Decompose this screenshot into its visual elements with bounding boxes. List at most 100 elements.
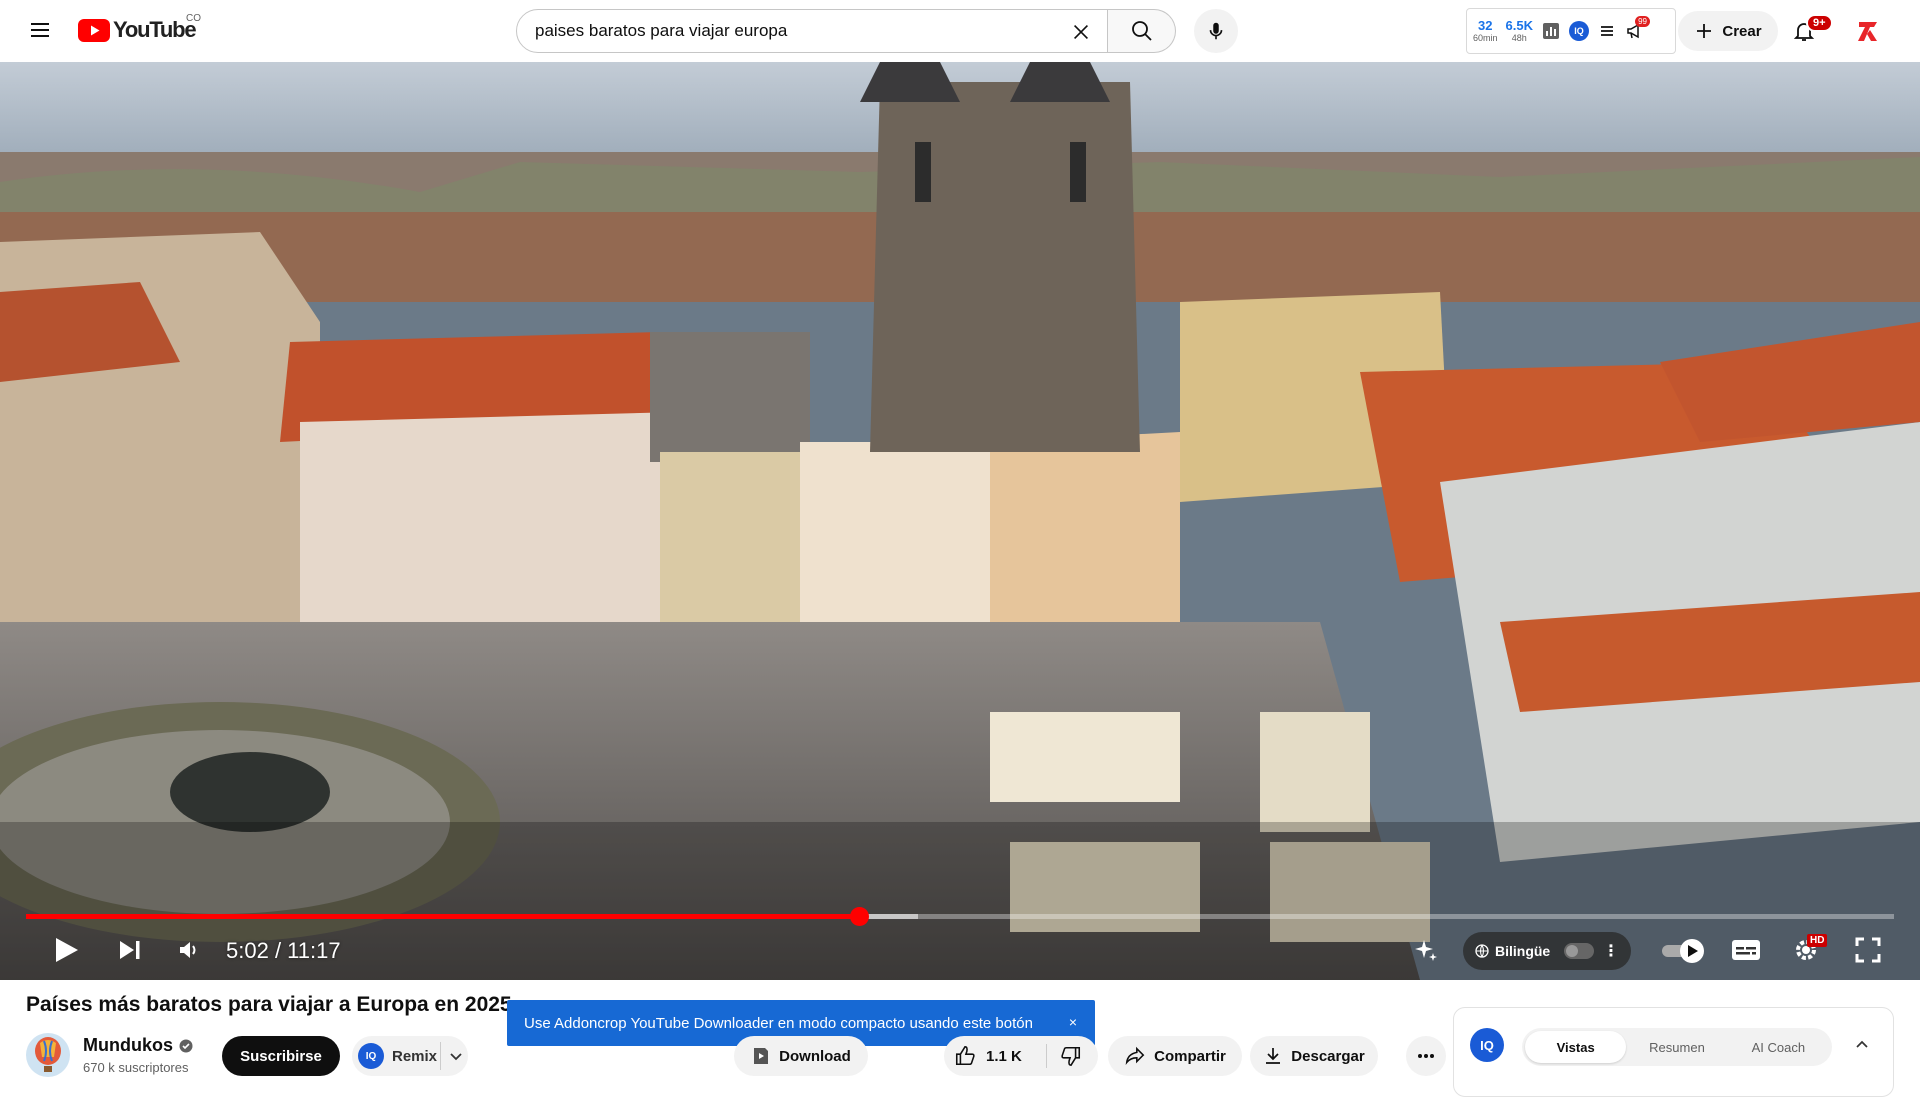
- more-vert-icon[interactable]: ⋮: [1603, 941, 1619, 961]
- share-label: Compartir: [1154, 1047, 1226, 1065]
- channel-name-link[interactable]: Mundukos: [83, 1035, 193, 1056]
- like-divider: [1046, 1044, 1047, 1068]
- iq-logo-icon: IQ: [1568, 21, 1589, 41]
- ext-iq-button[interactable]: IQ: [1568, 21, 1589, 41]
- like-button[interactable]: 1.1 K: [954, 1036, 1022, 1076]
- thumbs-down-icon: [1061, 1046, 1081, 1066]
- ext-chart-button[interactable]: [1541, 21, 1561, 41]
- ext-stat-label: 48h: [1511, 33, 1527, 43]
- ext-stat-views-48h: 6.5K 48h: [1506, 19, 1533, 43]
- video-frame: [0, 62, 1920, 980]
- autoplay-toggle-icon: [1662, 939, 1704, 963]
- video-player[interactable]: 5:02 / 11:17 Bilingüe ⋮ HD: [0, 62, 1920, 980]
- voice-search-button[interactable]: [1194, 9, 1238, 53]
- next-button[interactable]: [108, 930, 152, 970]
- autoplay-toggle[interactable]: [1660, 938, 1708, 964]
- volume-button[interactable]: [166, 930, 210, 970]
- tab-vistas[interactable]: Vistas: [1525, 1031, 1627, 1063]
- volume-icon: [180, 942, 196, 958]
- create-label: Crear: [1722, 22, 1762, 40]
- dislike-button[interactable]: [1056, 1044, 1086, 1068]
- remix-button[interactable]: IQ Remix: [352, 1036, 468, 1076]
- ai-sparkle-button[interactable]: [1404, 930, 1448, 970]
- search-box: [516, 9, 1108, 53]
- download-label: Download: [779, 1047, 851, 1065]
- tab-ai-coach[interactable]: AI Coach: [1728, 1031, 1829, 1063]
- bilingual-toggle[interactable]: [1564, 943, 1595, 959]
- plus-icon: [1697, 24, 1712, 38]
- microphone-icon: [1209, 22, 1223, 40]
- current-time: 5:02: [226, 938, 269, 963]
- bilingual-subtitles-control[interactable]: Bilingüe ⋮: [1463, 932, 1631, 970]
- iq-logo-icon: IQ: [358, 1043, 384, 1069]
- chevron-up-icon[interactable]: [1853, 1036, 1871, 1054]
- fullscreen-button[interactable]: [1846, 930, 1890, 970]
- iq-logo-icon: IQ: [1470, 1028, 1504, 1062]
- ext-stat-value: 6.5K: [1505, 18, 1533, 33]
- descargar-label: Descargar: [1291, 1047, 1365, 1065]
- logo-country-code: CO: [186, 13, 201, 24]
- remix-divider: [440, 1042, 441, 1070]
- videoiq-side-panel: IQ Vistas Resumen AI Coach: [1453, 1007, 1894, 1097]
- masthead: YouTube CO 32 60min 6.5K 48h IQ: [0, 0, 1920, 62]
- sparkle-icon: [1415, 940, 1437, 961]
- hot-air-balloon-icon: [35, 1037, 61, 1072]
- more-horiz-icon: [1418, 1054, 1434, 1058]
- search-clear-button[interactable]: [1067, 18, 1095, 46]
- skip-next-icon: [120, 941, 140, 959]
- channel-avatar[interactable]: [26, 1033, 70, 1077]
- account-avatar-button[interactable]: [1850, 13, 1886, 49]
- hamburger-icon: [31, 23, 49, 37]
- progress-scrubber[interactable]: [849, 907, 869, 926]
- ext-alert-button[interactable]: 99: [1625, 16, 1650, 41]
- search-button[interactable]: [1108, 9, 1176, 53]
- logo-wordmark: YouTube: [113, 17, 197, 42]
- video-title: Países más baratos para viajar a Europa …: [26, 993, 512, 1016]
- youtube-logo[interactable]: YouTube: [78, 17, 197, 43]
- toast-close-button[interactable]: ×: [1069, 1014, 1077, 1030]
- share-icon: [1125, 1046, 1145, 1066]
- youtube-play-logo-icon: [78, 18, 110, 42]
- fullscreen-icon: [1855, 937, 1881, 963]
- progress-bar[interactable]: [26, 907, 1894, 926]
- share-button[interactable]: Compartir: [1108, 1036, 1242, 1076]
- captions-icon: [1732, 940, 1760, 960]
- notifications-badge: 9+: [1806, 14, 1833, 32]
- side-panel-tabs: Vistas Resumen AI Coach: [1522, 1028, 1832, 1066]
- verified-badge-icon: [179, 1039, 193, 1052]
- play-icon: [56, 938, 78, 962]
- chevron-down-icon[interactable]: [446, 1046, 466, 1066]
- ext-list-button[interactable]: [1597, 21, 1617, 41]
- subscribe-button[interactable]: Suscribirse: [222, 1036, 340, 1076]
- time-display: 5:02 / 11:17: [226, 938, 341, 964]
- download-icon: [1266, 1048, 1281, 1064]
- ext-stat-label: 60min: [1473, 33, 1498, 43]
- bar-chart-icon: [1542, 23, 1559, 39]
- like-dislike-group: 1.1 K: [944, 1036, 1098, 1076]
- thumbs-up-icon: [955, 1046, 975, 1066]
- download-extension-button[interactable]: Download: [734, 1036, 868, 1076]
- extension-stats-widget: 32 60min 6.5K 48h IQ 99: [1466, 8, 1676, 54]
- bilingual-label: Bilingüe: [1495, 943, 1551, 959]
- descargar-button[interactable]: Descargar: [1250, 1036, 1378, 1076]
- close-icon: [1073, 24, 1089, 40]
- search-input[interactable]: [535, 21, 1005, 41]
- more-actions-button[interactable]: [1406, 1036, 1446, 1076]
- subtitles-button[interactable]: [1724, 930, 1768, 970]
- account-avatar-icon: [1858, 22, 1877, 41]
- subscriber-count: 670 k suscriptores: [83, 1060, 189, 1075]
- ext-stat-views-60min: 32 60min: [1473, 19, 1498, 43]
- tab-resumen[interactable]: Resumen: [1626, 1031, 1727, 1063]
- like-count: 1.1 K: [986, 1047, 1022, 1065]
- hd-quality-badge: HD: [1807, 934, 1828, 947]
- create-button[interactable]: Crear: [1678, 11, 1778, 51]
- notifications-button[interactable]: 9+: [1784, 11, 1833, 51]
- duration: 11:17: [287, 938, 341, 963]
- download-play-icon: [754, 1048, 769, 1064]
- ext-stat-value: 32: [1478, 18, 1493, 33]
- globe-icon: [1475, 944, 1489, 958]
- guide-menu-button[interactable]: [22, 12, 58, 48]
- channel-name: Mundukos: [83, 1035, 173, 1055]
- play-button[interactable]: [44, 930, 88, 970]
- subscribe-label: Suscribirse: [240, 1047, 322, 1065]
